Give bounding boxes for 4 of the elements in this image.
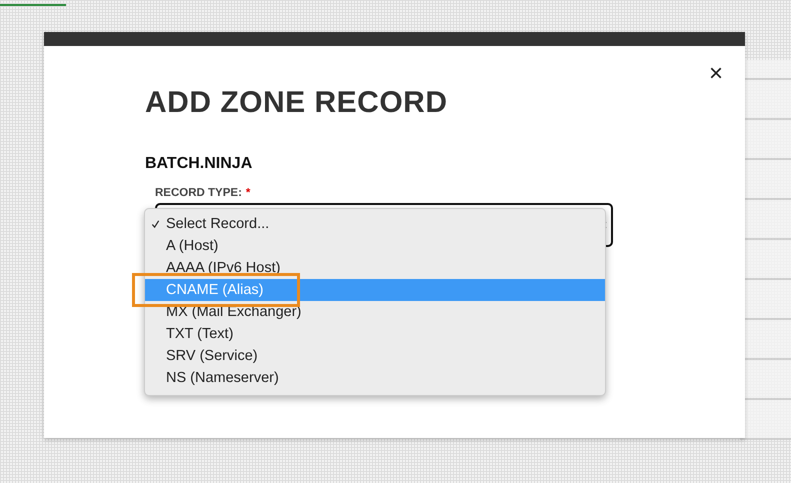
domain-name: BATCH.NINJA: [145, 155, 254, 173]
field-label: RECORD TYPE:: [155, 187, 242, 199]
required-mark: *: [246, 187, 250, 199]
dialog-title: ADD ZONE RECORD: [145, 86, 449, 120]
